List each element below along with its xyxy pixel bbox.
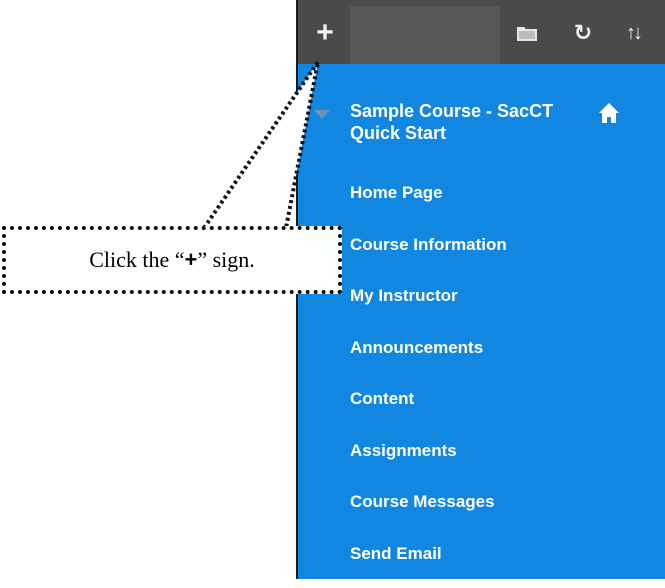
home-icon[interactable] (598, 102, 620, 124)
course-menu-panel: + ↻ ↑↓ Sample Course - SacCT Quick Start… (296, 0, 665, 579)
instruction-callout: Click the “+” sign. (2, 226, 342, 294)
menu-item-content[interactable]: Content (350, 382, 507, 434)
menu-item-announcements[interactable]: Announcements (350, 331, 507, 383)
course-title[interactable]: Sample Course - SacCT Quick Start (350, 100, 590, 144)
menu-item-my-instructor[interactable]: My Instructor (350, 279, 507, 331)
refresh-icon: ↻ (574, 20, 592, 46)
collapse-triangle-icon[interactable] (314, 110, 330, 119)
menu-item-course-information[interactable]: Course Information (350, 228, 507, 280)
folder-icon (516, 24, 538, 42)
reorder-button[interactable]: ↑↓ (618, 20, 648, 46)
menu-item-course-messages[interactable]: Course Messages (350, 485, 507, 537)
course-menu-list: Home Page Course Information My Instruct… (350, 176, 507, 588)
add-menu-item-button[interactable]: + (312, 20, 338, 46)
refresh-button[interactable]: ↻ (570, 20, 596, 46)
folder-view-button[interactable] (514, 20, 540, 46)
callout-text-after: ” sign. (197, 247, 254, 273)
menu-item-send-email[interactable]: Send Email (350, 537, 507, 588)
menu-item-home-page[interactable]: Home Page (350, 176, 507, 228)
callout-text-before: Click the “ (89, 247, 184, 273)
callout-plus-symbol: + (185, 247, 198, 273)
menu-item-assignments[interactable]: Assignments (350, 434, 507, 486)
sort-icon: ↑↓ (626, 22, 640, 45)
plus-icon: + (316, 20, 334, 46)
blurred-toolbar-area (350, 6, 500, 64)
course-menu-toolbar: + ↻ ↑↓ (298, 0, 665, 64)
